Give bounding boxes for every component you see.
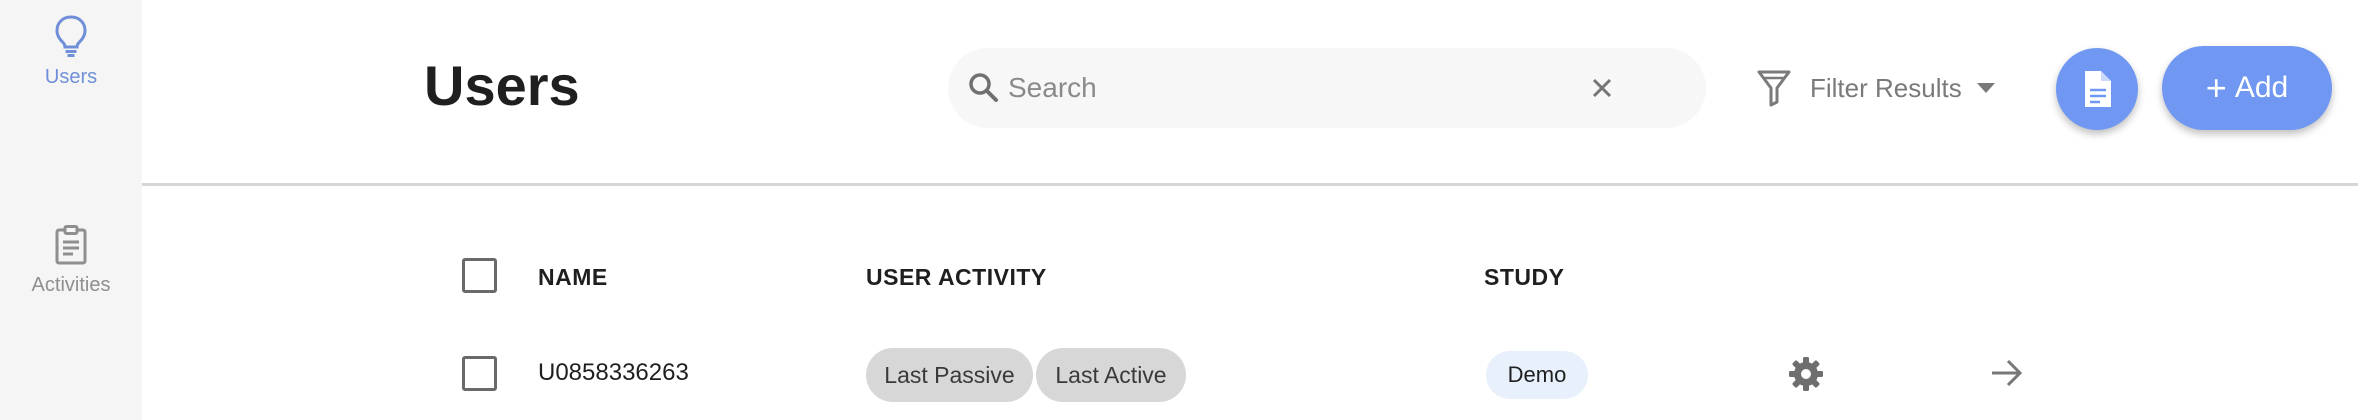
last-passive-chip[interactable]: Last Passive — [866, 348, 1033, 402]
lightbulb-icon — [55, 15, 87, 57]
header-divider — [142, 183, 2358, 186]
close-icon[interactable] — [1584, 70, 1620, 106]
sidebar-item-users[interactable]: Users — [0, 14, 142, 89]
document-button[interactable] — [2056, 48, 2138, 130]
filter-label: Filter Results — [1810, 72, 1962, 103]
sidebar-item-label: Users — [44, 66, 98, 88]
plus-icon: + — [2205, 67, 2227, 108]
search-icon — [969, 73, 998, 102]
filter-icon — [1757, 70, 1791, 107]
select-all-checkbox[interactable] — [462, 258, 497, 293]
filter-results-dropdown[interactable]: Filter Results — [1756, 62, 1996, 114]
clipboard-icon — [55, 225, 87, 265]
chevron-down-icon — [1976, 83, 1995, 93]
search-input[interactable] — [1008, 66, 1568, 110]
user-name: U0858336263 — [538, 359, 689, 386]
search-bar — [948, 48, 1706, 128]
page-title: Users — [424, 54, 580, 117]
arrow-right-icon[interactable] — [1990, 358, 2024, 388]
last-active-chip[interactable]: Last Active — [1036, 348, 1186, 402]
column-header-user-activity[interactable]: USER ACTIVITY — [866, 264, 1047, 291]
study-badge: Demo — [1486, 351, 1588, 399]
add-button[interactable]: + Add — [2162, 46, 2332, 130]
document-icon — [2085, 71, 2111, 107]
sidebar-item-label: Activities — [31, 274, 111, 296]
sidebar: Users Activities — [0, 0, 142, 420]
column-header-name[interactable]: NAME — [538, 264, 608, 291]
row-checkbox[interactable] — [462, 356, 497, 391]
column-header-study[interactable]: STUDY — [1484, 264, 1564, 291]
sidebar-item-activities[interactable]: Activities — [0, 224, 142, 297]
gear-icon[interactable] — [1788, 356, 1824, 392]
add-label: Add — [2234, 71, 2289, 104]
